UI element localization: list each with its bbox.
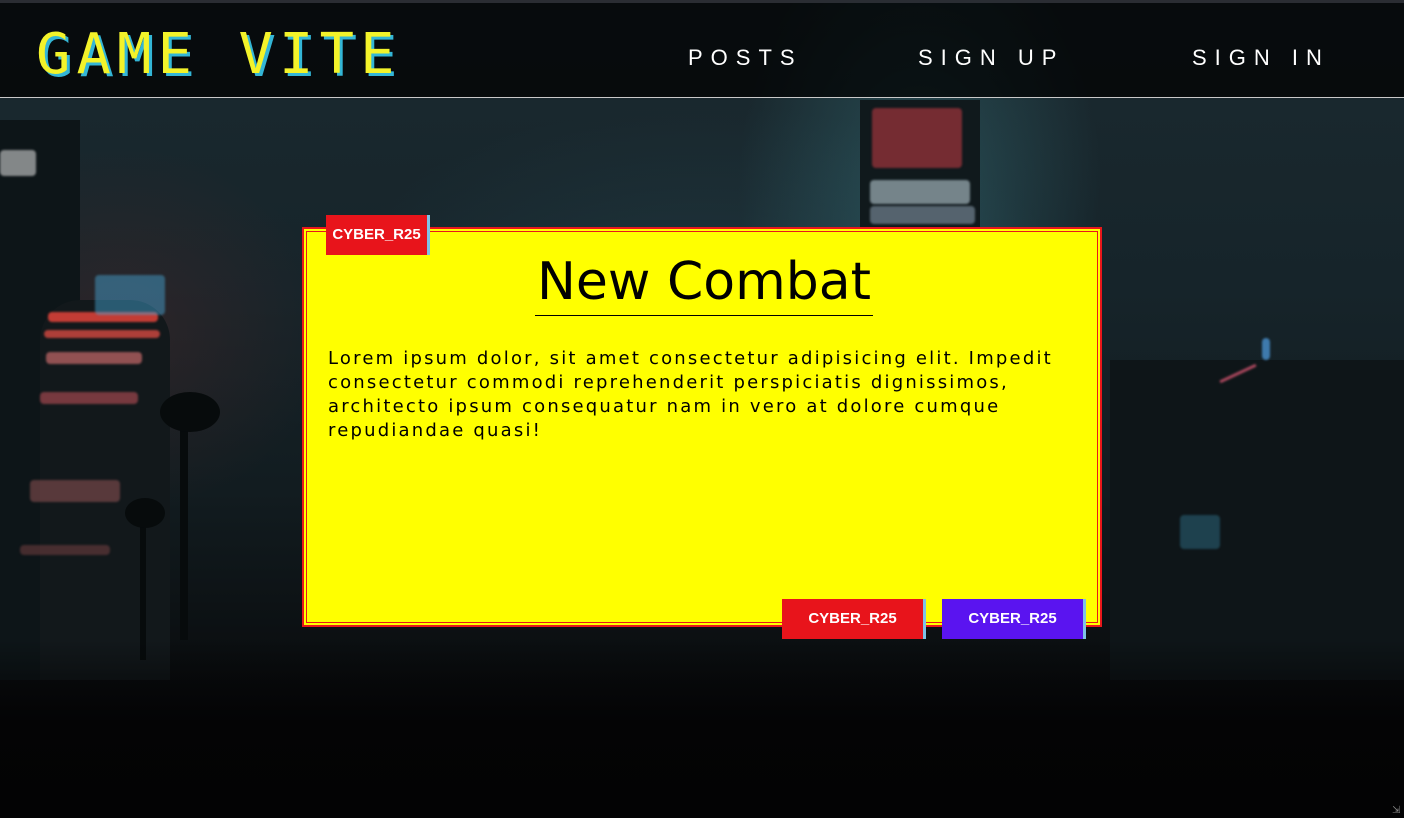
nav-link-sign-in[interactable]: SIGN IN <box>1192 45 1330 71</box>
post-title-text: New Combat <box>535 251 873 316</box>
site-logo[interactable]: GAME VITE <box>36 25 401 85</box>
nav-link-posts[interactable]: POSTS <box>688 45 803 71</box>
post-body-text: Lorem ipsum dolor, sit amet consectetur … <box>328 348 1053 441</box>
top-navbar: GAME VITE POSTS SIGN UP SIGN IN <box>0 0 1404 98</box>
card-tag-button-red[interactable]: CYBER_R25 <box>782 599 926 639</box>
card-tag-badge[interactable]: CYBER_R25 <box>326 215 430 255</box>
page: GAME VITE POSTS SIGN UP SIGN IN New Comb… <box>0 0 1404 818</box>
post-title: New Combat <box>304 251 1104 316</box>
nav-link-sign-up[interactable]: SIGN UP <box>918 45 1064 71</box>
card-tag-button-purple[interactable]: CYBER_R25 <box>942 599 1086 639</box>
resize-grip-icon[interactable]: ⇲ <box>1392 806 1402 816</box>
post-card: New Combat Lorem ipsum dolor, sit amet c… <box>302 227 1102 627</box>
